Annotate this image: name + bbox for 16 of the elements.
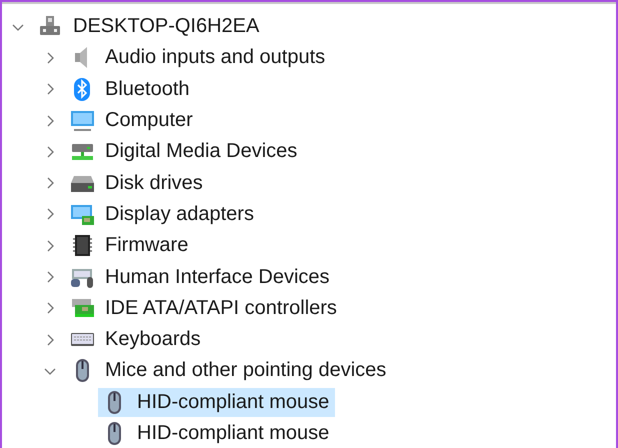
tree-item[interactable]: Display adapters	[66, 200, 258, 229]
tree-item[interactable]: Bluetooth	[66, 74, 194, 104]
tree-item[interactable]: IDE ATA/ATAPI controllers	[66, 294, 341, 323]
tree-item[interactable]: HID-compliant mouse	[98, 419, 334, 448]
monitor-icon	[70, 108, 95, 134]
tree-item[interactable]: Firmware	[66, 231, 192, 260]
chip-icon	[70, 233, 95, 258]
tree-item[interactable]: Computer	[66, 106, 197, 136]
tree-item[interactable]: DESKTOP-QI6H2EA	[34, 12, 264, 42]
tree-item[interactable]: HID-compliant mouse	[98, 388, 336, 417]
tree-item[interactable]: Disk drives	[66, 168, 207, 198]
tree-item[interactable]: Mice and other pointing devices	[66, 356, 390, 386]
tree-item[interactable]: Human Interface Devices	[66, 262, 334, 292]
tree-item[interactable]: Digital Media Devices	[66, 137, 302, 166]
tree-item[interactable]: Audio inputs and outputs	[66, 43, 330, 72]
tree-item[interactable]: Keyboards	[66, 325, 205, 354]
